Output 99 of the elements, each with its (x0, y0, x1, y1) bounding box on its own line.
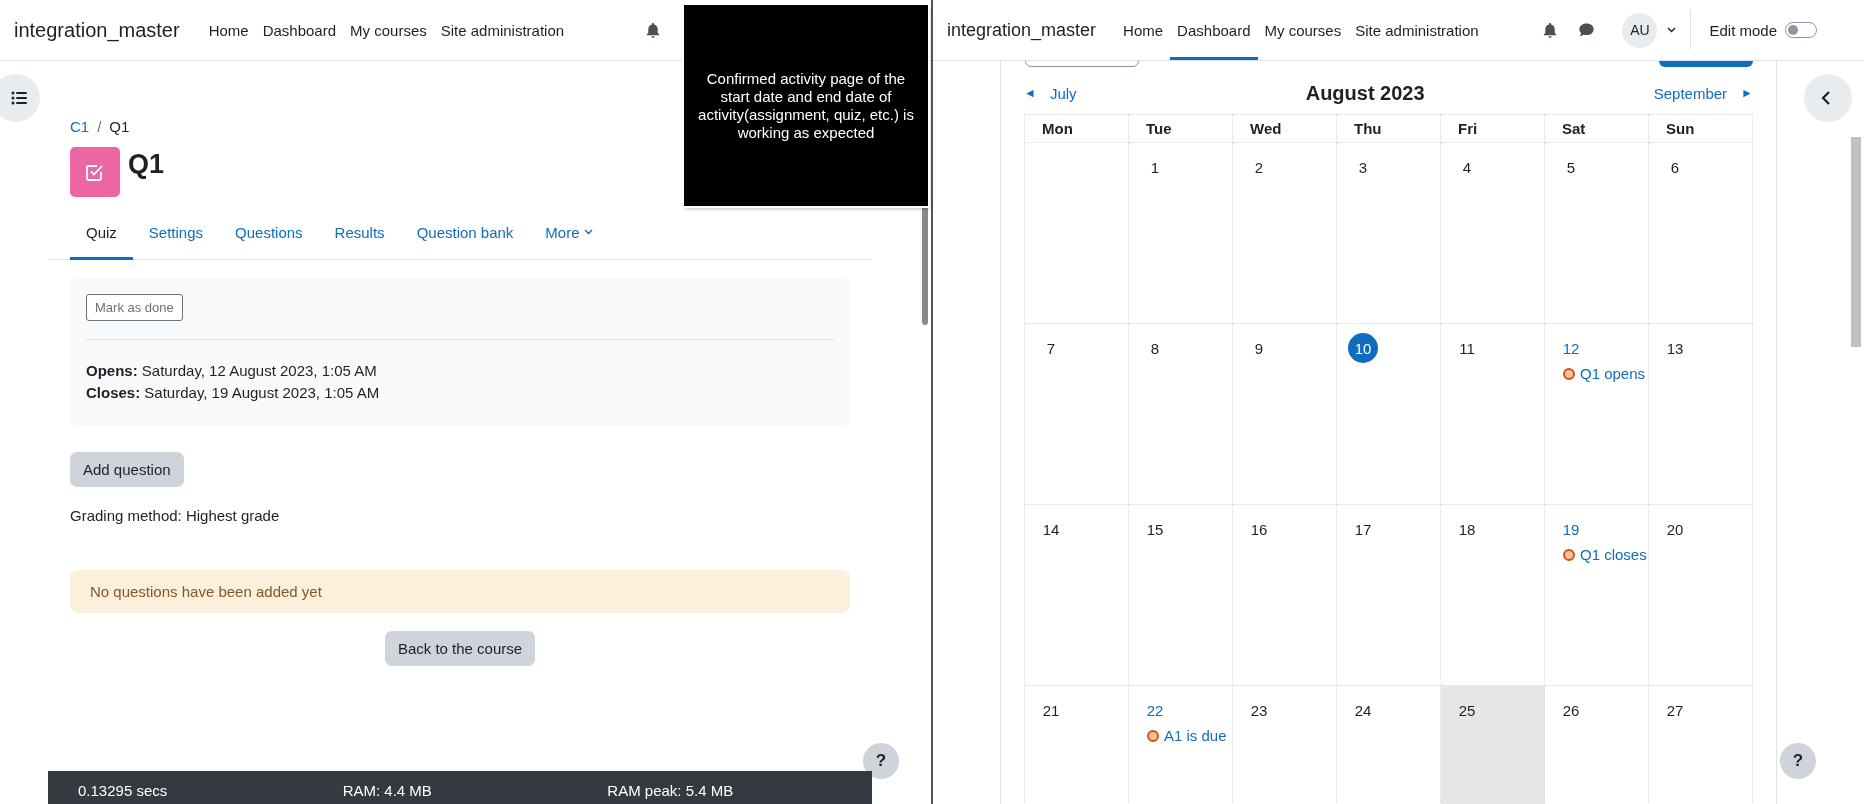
nav-link[interactable]: My courses (1257, 0, 1349, 60)
day-cell[interactable]: 12 Q1 opens (1544, 323, 1649, 505)
tab[interactable]: Results (318, 207, 401, 260)
date-line: Opens: Saturday, 12 August 2023, 1:05 AM (86, 361, 378, 381)
day-cell[interactable]: 7 (1024, 323, 1129, 505)
footer-stat: 0.13295 secs (78, 782, 169, 801)
day-number: 16 (1249, 519, 1269, 540)
day-cell[interactable]: 1 (1128, 142, 1233, 324)
breadcrumb-link[interactable]: Q1 (109, 118, 130, 135)
day-number: 9 (1253, 338, 1265, 359)
day-number: 15 (1145, 519, 1165, 540)
day-number: 14 (1041, 519, 1061, 540)
day-number: 23 (1249, 700, 1269, 721)
weekday-header: Mon (1024, 114, 1129, 143)
nav-link[interactable]: Home (1116, 0, 1171, 60)
day-cell[interactable]: 17 (1336, 504, 1441, 686)
weekday-header: Fri (1440, 114, 1545, 143)
event-link[interactable]: A1 is due (1164, 727, 1227, 744)
day-number[interactable]: 22 (1140, 695, 1170, 725)
nav-link[interactable]: Site administration (1348, 0, 1486, 60)
mark-as-done-button[interactable]: Mark as done (86, 294, 183, 321)
day-cell[interactable]: 11 (1440, 323, 1545, 505)
day-number: 4 (1461, 157, 1473, 178)
event-link[interactable]: Q1 opens (1580, 365, 1646, 382)
nav-link[interactable]: Dashboard (1170, 0, 1258, 60)
edit-mode-label: Edit mode (1709, 21, 1777, 39)
day-number: 18 (1457, 519, 1477, 540)
nav-link[interactable]: Home (201, 0, 256, 60)
day-cell[interactable]: 6 (1648, 142, 1753, 324)
day-number: 5 (1565, 157, 1577, 178)
nav-link[interactable]: My courses (343, 0, 434, 60)
tab[interactable]: Questions (219, 207, 319, 260)
tab[interactable]: Settings (132, 207, 220, 260)
day-cell[interactable]: 4 (1440, 142, 1545, 324)
page-title: Q1 (128, 148, 165, 181)
weekday-header: Sun (1648, 114, 1753, 143)
help-button[interactable]: ? (863, 743, 899, 779)
day-cell[interactable]: 19 Q1 closes (1544, 504, 1649, 686)
month-title: August 2023 (1304, 81, 1426, 105)
day-cell[interactable]: 14 (1024, 504, 1129, 686)
breadcrumb-separator: / (97, 118, 102, 135)
site-name[interactable]: integration_master (947, 19, 1097, 41)
day-cell[interactable]: 9 (1232, 323, 1337, 505)
day-cell[interactable]: 20 (1648, 504, 1753, 686)
day-cell[interactable]: 15 (1128, 504, 1233, 686)
note-text: Confirmed activity page of the start date and end date of activity(assignment, quiz, etc.) is working as expected (697, 69, 915, 142)
day-cell[interactable]: 16 (1232, 504, 1337, 686)
help-button[interactable]: ? (1780, 743, 1816, 779)
tab[interactable]: Question bank (400, 207, 530, 260)
tab[interactable]: Quiz (70, 207, 133, 260)
next-arrow-icon[interactable]: ► (1741, 86, 1753, 100)
day-number: 25 (1457, 700, 1477, 721)
day-cell[interactable]: 2 (1232, 142, 1337, 324)
day-number: 6 (1669, 157, 1681, 178)
day-number: 20 (1665, 519, 1685, 540)
today-marker[interactable]: 10 (1348, 333, 1378, 363)
weekday-header: Tue (1128, 114, 1233, 143)
footer-stat: RAM peak: 5.4 MB (607, 782, 735, 801)
next-month-link[interactable]: September (1653, 84, 1728, 102)
info-alert: No questions have been added yet (70, 570, 850, 613)
day-number: 17 (1353, 519, 1373, 540)
day-cell[interactable]: 25 (1440, 685, 1545, 804)
day-number[interactable]: 19 (1556, 514, 1586, 544)
day-number: 1 (1149, 157, 1161, 178)
day-cell[interactable]: 3 (1336, 142, 1441, 324)
tab[interactable]: More (529, 207, 609, 260)
grading-method-text: Grading method: Highest grade (70, 507, 281, 524)
event-link[interactable]: Q1 closes (1580, 546, 1647, 563)
weekday-header: Wed (1232, 114, 1337, 143)
day-number: 24 (1353, 700, 1373, 721)
date-line: Closes: Saturday, 19 August 2023, 1:05 AM (86, 383, 381, 403)
day-number: 27 (1665, 700, 1685, 721)
day-number[interactable]: 12 (1556, 333, 1586, 363)
breadcrumb-link[interactable]: C1 (70, 118, 90, 135)
day-cell[interactable]: 10 (1336, 323, 1441, 505)
day-cell[interactable]: 5 (1544, 142, 1649, 324)
day-number: 8 (1149, 338, 1161, 359)
day-number: 13 (1665, 338, 1685, 359)
nav-link[interactable]: Dashboard (255, 0, 344, 60)
previous-month-link[interactable]: July (1049, 84, 1077, 102)
previous-arrow-icon[interactable]: ◄ (1024, 86, 1036, 100)
nav-link[interactable]: Site administration (433, 0, 572, 60)
back-to-course-button[interactable]: Back to the course (384, 631, 536, 666)
day-number: 21 (1041, 700, 1061, 721)
add-question-button[interactable]: Add question (70, 452, 184, 487)
day-number: 11 (1458, 338, 1476, 359)
day-number: 26 (1561, 700, 1581, 721)
footer-stat: RAM: 4.4 MB (342, 782, 433, 801)
day-number: 7 (1045, 338, 1057, 359)
weekday-header: Sat (1544, 114, 1649, 143)
day-number: 2 (1253, 157, 1265, 178)
day-cell[interactable]: 21 (1024, 685, 1129, 804)
user-avatar[interactable]: AU (1622, 12, 1658, 48)
day-cell[interactable]: 18 (1440, 504, 1545, 686)
day-cell[interactable]: 13 (1648, 323, 1753, 505)
site-name[interactable]: integration_master (14, 18, 180, 42)
day-number: 3 (1357, 157, 1369, 178)
weekday-header: Thu (1336, 114, 1441, 143)
day-cell[interactable]: 8 (1128, 323, 1233, 505)
